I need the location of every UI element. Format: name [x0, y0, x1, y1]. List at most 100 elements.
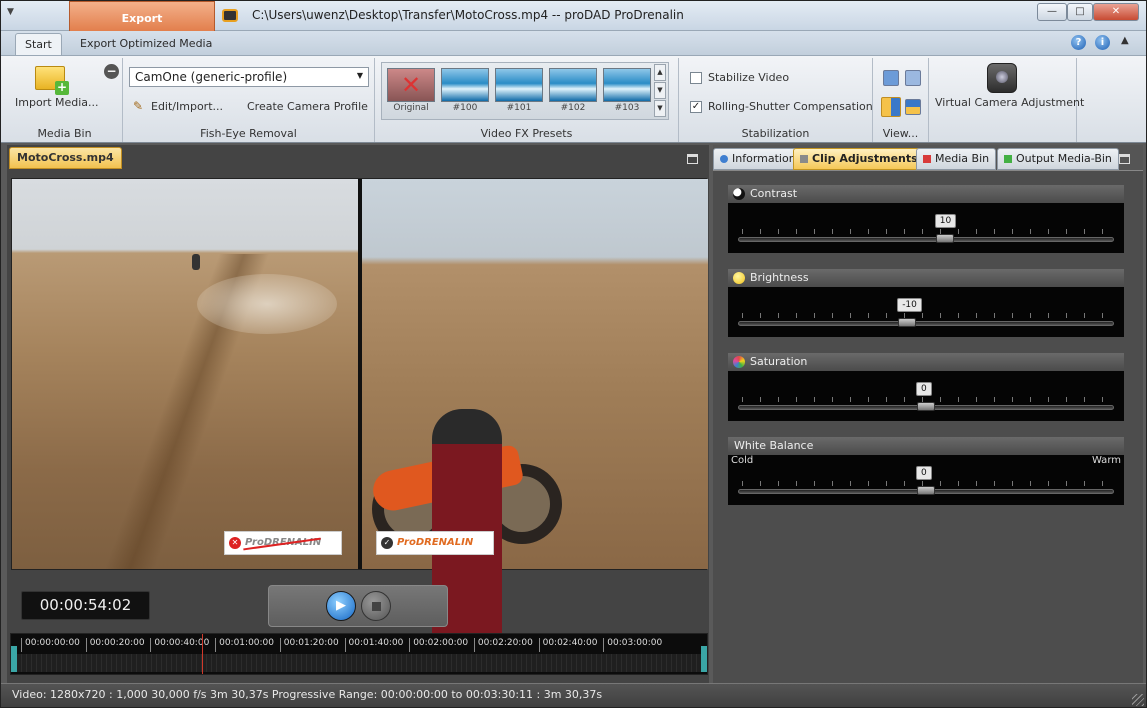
- saturation-slider: Saturation 0: [728, 353, 1124, 423]
- slider-knob[interactable]: [917, 486, 935, 495]
- info-icon[interactable]: i: [1095, 35, 1110, 50]
- slider-label: White Balance: [734, 439, 814, 452]
- tab-export-optimized-media[interactable]: Export Optimized Media: [71, 33, 221, 55]
- system-menu-icon[interactable]: ▼: [7, 7, 23, 21]
- preset-101[interactable]: [495, 68, 543, 102]
- preset-103[interactable]: [603, 68, 651, 102]
- view-group-label: View...: [882, 127, 919, 140]
- range-end-handle[interactable]: [701, 646, 707, 672]
- stabilize-video-checkbox[interactable]: [690, 72, 702, 84]
- dust-cloud: [197, 274, 337, 334]
- timecode-display: 00:00:54:02: [21, 591, 150, 620]
- timeline-tick: 00:01:20:00: [279, 638, 339, 652]
- preset-label: #102: [560, 103, 586, 113]
- preset-label: #101: [506, 103, 532, 113]
- tab-media-bin-label: Media Bin: [935, 152, 990, 165]
- range-start-handle[interactable]: [11, 646, 17, 672]
- fisheye-group-label: Fish-Eye Removal: [200, 127, 297, 140]
- media-bin-group-label: Media Bin: [37, 127, 92, 140]
- tab-clip-adjustments[interactable]: Clip Adjustments: [793, 148, 925, 170]
- slider-header: Saturation: [728, 353, 1124, 371]
- sun-icon: [733, 272, 745, 284]
- remove-media-icon[interactable]: −: [104, 64, 119, 79]
- gallery-expand[interactable]: ▼: [654, 100, 666, 117]
- slider-header: Contrast: [728, 185, 1124, 203]
- slider-knob[interactable]: [898, 318, 917, 327]
- group-virtual-camera: Virtual Camera Adjustment: [929, 58, 1084, 142]
- tab-information[interactable]: Information: [713, 148, 803, 170]
- gallery-scroll-down[interactable]: ▼: [654, 82, 666, 99]
- slider-knob[interactable]: [935, 234, 954, 243]
- processed-watermark: ✓ ProDRENALIN: [376, 531, 494, 555]
- group-video-fx-presets: Original #100 #101 #102 #103 ▲ ▼ ▼ Video…: [375, 58, 679, 142]
- slider-body: 10: [728, 203, 1124, 253]
- slider-value: 0: [916, 382, 932, 396]
- camera-profile-select[interactable]: CamOne (generic-profile) ▼: [129, 67, 369, 87]
- minimize-button[interactable]: —: [1037, 3, 1067, 21]
- help-icon[interactable]: ?: [1071, 35, 1086, 50]
- timeline-tick: 00:00:00:00: [21, 638, 80, 652]
- preset-original[interactable]: [387, 68, 435, 102]
- maximize-pane-icon[interactable]: [687, 154, 698, 164]
- gallery-scroll-up[interactable]: ▲: [654, 64, 666, 81]
- tab-information-label: Information: [732, 152, 796, 165]
- rolling-shutter-checkbox[interactable]: ✓: [690, 101, 702, 113]
- stacked-view-icon[interactable]: [905, 99, 921, 115]
- x-mark-icon: ✕: [229, 537, 241, 549]
- export-context-tab[interactable]: Export: [69, 1, 215, 35]
- tab-clip-adjustments-label: Clip Adjustments: [812, 152, 918, 165]
- tab-output-media-bin[interactable]: Output Media-Bin: [997, 148, 1119, 170]
- app-window: ▼ C:\Users\uwenz\Desktop\Transfer\MotoCr…: [0, 0, 1147, 708]
- slider-value: 0: [916, 466, 932, 480]
- chevron-down-icon: ▼: [356, 71, 363, 80]
- stop-button[interactable]: [361, 591, 391, 621]
- timeline-tick: 00:01:40:00: [344, 638, 403, 652]
- preset-label: #100: [452, 103, 478, 113]
- brightness-slider: Brightness -10: [728, 269, 1124, 339]
- split-view-icon[interactable]: [881, 97, 901, 117]
- import-folder-icon[interactable]: [35, 66, 69, 95]
- preset-gallery: Original #100 #101 #102 #103 ▲ ▼ ▼: [381, 62, 669, 120]
- close-button[interactable]: ✕: [1093, 3, 1139, 21]
- app-logo-icon[interactable]: [222, 9, 238, 22]
- cold-label: Cold: [731, 455, 754, 466]
- timeline[interactable]: 00:00:00:00 00:00:20:00 00:00:40:00 00:01:0…: [10, 633, 708, 675]
- information-icon: [720, 155, 728, 163]
- slider-body: 0: [728, 371, 1124, 421]
- resize-grip-icon[interactable]: [1132, 694, 1144, 706]
- slider-value: -10: [897, 298, 922, 312]
- playhead[interactable]: [202, 634, 204, 674]
- video-preview[interactable]: ✕ ProDRENALIN ✓ ProDRENALIN: [11, 178, 708, 659]
- create-camera-profile-button[interactable]: Create Camera Profile: [247, 100, 368, 113]
- preview-pane: MotoCross.mp4 ✕ ProDRENALIN ✓ ProDRENALI…: [7, 145, 709, 683]
- edit-import-button[interactable]: Edit/Import...: [151, 100, 223, 113]
- media-bin-icon: [923, 155, 931, 163]
- preset-102[interactable]: [549, 68, 597, 102]
- maximize-panel-icon[interactable]: [1119, 154, 1130, 164]
- distant-rider: [192, 254, 200, 270]
- monitor-icon[interactable]: [883, 70, 899, 86]
- warm-label: Warm: [1091, 455, 1121, 466]
- tab-start[interactable]: Start: [15, 33, 62, 55]
- ribbon: − Import Media... Media Bin CamOne (gene…: [1, 55, 1146, 143]
- maximize-button[interactable]: □: [1067, 3, 1093, 21]
- tab-media-bin[interactable]: Media Bin: [916, 148, 997, 170]
- slider-rail[interactable]: [738, 321, 1114, 326]
- import-media-button[interactable]: Import Media...: [15, 96, 99, 109]
- file-tab[interactable]: MotoCross.mp4: [9, 147, 122, 169]
- contrast-slider: Contrast 10: [728, 185, 1124, 255]
- collapse-ribbon-icon[interactable]: ▲: [1121, 35, 1129, 46]
- slider-rail[interactable]: [738, 237, 1114, 242]
- slider-knob[interactable]: [917, 402, 935, 411]
- watermark-text: ProDRENALIN: [397, 537, 474, 548]
- camera-icon[interactable]: [987, 63, 1017, 93]
- stabilize-video-label: Stabilize Video: [708, 71, 790, 84]
- monitor-remove-icon[interactable]: [905, 70, 921, 86]
- rolling-shutter-label: Rolling-Shutter Compensation: [708, 100, 873, 113]
- virtual-camera-adjustment-button[interactable]: Virtual Camera Adjustment: [935, 96, 1084, 109]
- play-button[interactable]: ▶: [326, 591, 356, 621]
- preset-100[interactable]: [441, 68, 489, 102]
- timeline-track[interactable]: [17, 654, 701, 672]
- watermark-text: ProDRENALIN: [245, 537, 322, 548]
- stabilization-group-label: Stabilization: [741, 127, 810, 140]
